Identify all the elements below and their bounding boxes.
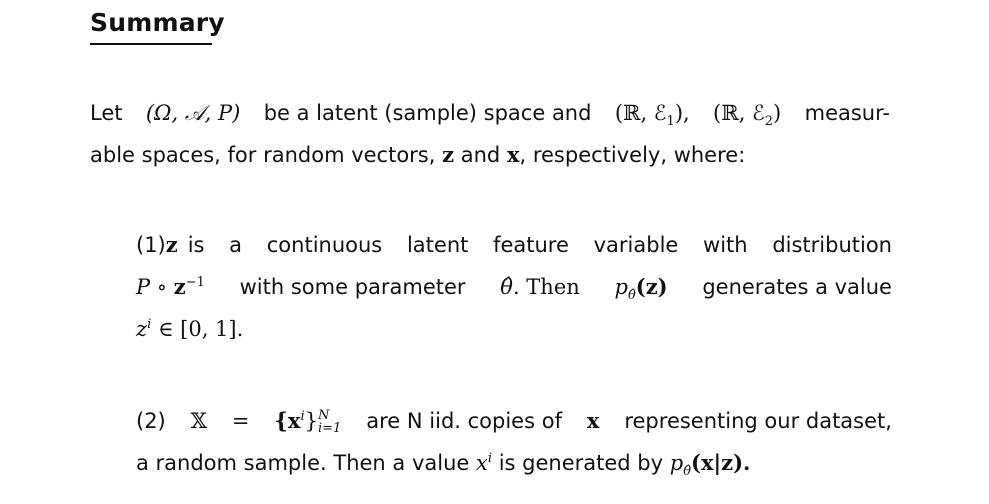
math-p-theta-xz: pθ̂(x|z). [669,450,751,480]
math-p-theta-z: pθ̂(z) [614,274,668,304]
math-x-bold: x [506,142,520,167]
math-interval: ∈ [0, 1]. [157,317,244,341]
math-p-compose-z: P ∘ z−1 [136,274,205,299]
math-omega-triple: (Ω, 𝒜, P) [145,101,241,125]
page-title: Summary [90,8,225,37]
list-item-1: (1) z is a continuous latent feature var… [136,224,892,350]
item1-number: (1) [136,233,166,257]
list-item-2: (2) 𝕏 = {xi} Ni=1 are N iid. copies of x … [136,400,892,484]
math-theta-hat: θ̂. Then [500,275,580,299]
item2-number: (2) [136,409,166,433]
math-z-bold: z [442,142,455,167]
intro-line-2: able spaces, for random vectors, z and x… [90,142,746,167]
item1-line-1: (1) z is a continuous latent feature var… [136,224,892,266]
item2-line-1: (2) 𝕏 = {xi} Ni=1 are N iid. copies of x … [136,400,892,442]
intro-paragraph: Let (Ω, 𝒜, P) be a latent (sample) space… [90,92,890,176]
intro-be-latent: be a latent (sample) space and [263,101,592,125]
item1-line-3: zi ∈ [0, 1]. [136,308,892,350]
math-x-bold: x [586,408,600,433]
intro-let: Let [90,101,123,125]
title-underline [90,43,212,45]
math-bb-x: 𝕏 [190,409,207,433]
intro-measur: measur- [804,101,890,125]
math-equals: = [231,409,250,433]
summary-heading-wrap: Summary [90,8,225,43]
math-space-2: (ℝ, ℰ2) [713,101,782,130]
math-z-i: zi [136,317,152,341]
math-set-x: {xi} Ni=1 [274,408,342,436]
item1-line-2: P ∘ z−1 with some parameter θ̂. Then pθ̂… [136,266,892,308]
math-space-1: (ℝ, ℰ1), [614,101,690,130]
item2-line-2: a random sample. Then a value xi is gene… [136,450,751,480]
math-z-bold: z [165,232,178,257]
math-x-i: xi [476,451,493,475]
intro-line-1: Let (Ω, 𝒜, P) be a latent (sample) space… [90,92,890,134]
